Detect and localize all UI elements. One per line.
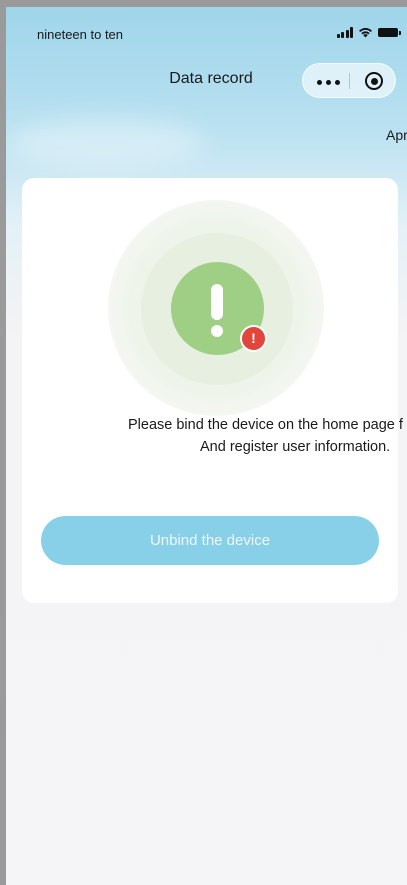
close-target-icon[interactable] (365, 72, 383, 90)
bind-message-line2: And register user information. (200, 439, 391, 455)
battery-icon (378, 28, 401, 37)
date-label: Apr (386, 127, 407, 143)
status-time: nineteen to ten (37, 27, 124, 42)
status-bar: nineteen to ten (6, 7, 407, 57)
bind-message-line1: Please bind the device on the home page … (128, 417, 403, 433)
wifi-icon (359, 28, 372, 38)
mini-program-capsule (302, 63, 396, 98)
capsule-divider (349, 73, 350, 89)
more-icon[interactable] (317, 80, 340, 85)
background-cloud (6, 117, 206, 167)
phone-screen: nineteen to ten Data record Apr ! Please… (6, 7, 407, 885)
signal-icon (336, 27, 353, 38)
unbind-device-button[interactable]: Unbind the device (41, 516, 379, 565)
bind-notice-card: ! Please bind the device on the home pag… (22, 178, 403, 603)
error-badge-icon: ! (240, 325, 267, 352)
status-icons (336, 27, 401, 38)
